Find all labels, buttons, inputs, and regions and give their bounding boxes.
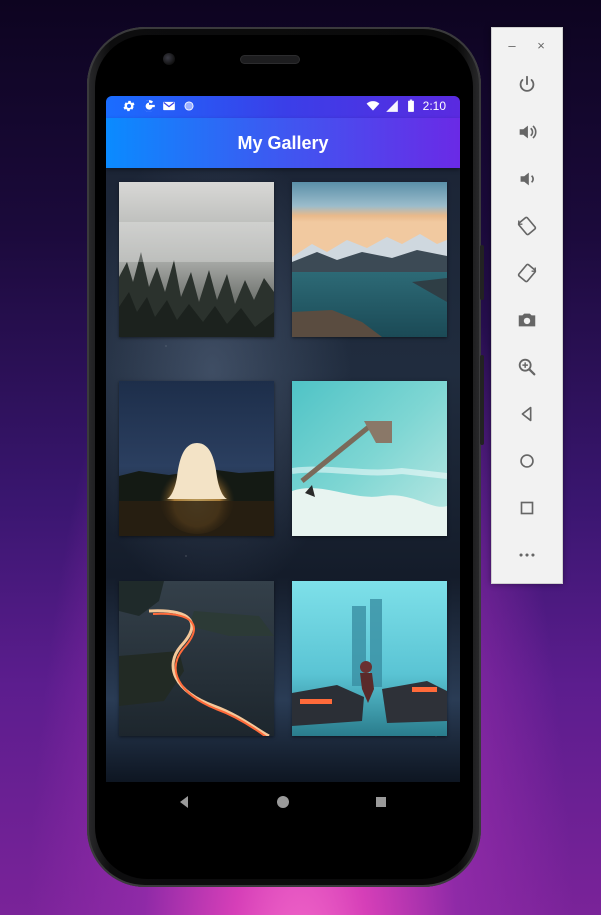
gallery-image-coastal-road-lights[interactable] bbox=[119, 581, 274, 736]
wifi-icon bbox=[366, 101, 380, 111]
foggy-forest-image bbox=[119, 182, 274, 337]
app-screen: 2:10 My Gallery bbox=[106, 96, 460, 782]
app-bar: My Gallery bbox=[106, 118, 460, 168]
gallery-image-foggy-forest[interactable] bbox=[119, 182, 274, 337]
settings-icon bbox=[123, 100, 135, 112]
back-icon[interactable] bbox=[178, 795, 192, 809]
rotate-left-button[interactable] bbox=[514, 213, 540, 239]
overview-square-icon bbox=[520, 501, 534, 515]
google-icon bbox=[143, 100, 155, 112]
zoom-icon bbox=[518, 358, 536, 376]
zoom-button[interactable] bbox=[514, 354, 540, 380]
turquoise-pier-image bbox=[292, 381, 447, 536]
gallery-image-ghost-field[interactable] bbox=[119, 381, 274, 536]
app-title: My Gallery bbox=[237, 132, 329, 153]
phone-side-button-power bbox=[480, 245, 484, 300]
signal-icon bbox=[385, 100, 398, 112]
minimize-button[interactable]: – bbox=[504, 38, 520, 54]
back-button[interactable] bbox=[514, 401, 540, 427]
power-button[interactable] bbox=[514, 72, 540, 98]
battery-icon bbox=[407, 99, 414, 112]
volume-down-icon bbox=[520, 172, 534, 186]
volume-up-icon bbox=[519, 125, 537, 139]
gallery-image-astronaut-city[interactable] bbox=[292, 581, 447, 736]
more-dots-icon bbox=[519, 553, 535, 557]
gallery-image-turquoise-pier[interactable] bbox=[292, 381, 447, 536]
status-time: 2:10 bbox=[422, 99, 446, 113]
close-button[interactable]: × bbox=[533, 38, 549, 54]
assistant-dot-icon bbox=[184, 101, 194, 111]
rotate-left-icon bbox=[517, 216, 537, 236]
rotate-right-icon bbox=[517, 263, 537, 283]
ghost-field-image bbox=[119, 381, 274, 536]
screenshot-button[interactable] bbox=[514, 307, 540, 333]
recents-icon[interactable] bbox=[374, 795, 388, 809]
mountain-lake-image bbox=[292, 182, 447, 337]
status-bar: 2:10 bbox=[106, 96, 460, 118]
phone-side-button-volume bbox=[480, 355, 484, 445]
emulator-toolbar: – × bbox=[491, 27, 563, 584]
earpiece-speaker bbox=[241, 56, 299, 63]
volume-down-button[interactable] bbox=[514, 166, 540, 192]
coastal-road-lights-image bbox=[119, 581, 274, 736]
home-icon[interactable] bbox=[276, 795, 290, 809]
overview-button[interactable] bbox=[514, 495, 540, 521]
more-button[interactable] bbox=[514, 542, 540, 568]
home-button[interactable] bbox=[514, 448, 540, 474]
back-triangle-icon bbox=[521, 406, 532, 422]
rotate-right-button[interactable] bbox=[514, 260, 540, 286]
volume-up-button[interactable] bbox=[514, 119, 540, 145]
gallery-image-mountain-lake[interactable] bbox=[292, 182, 447, 337]
front-camera bbox=[163, 53, 175, 65]
system-navigation-bar bbox=[106, 782, 460, 822]
power-icon bbox=[519, 75, 535, 92]
camera-icon bbox=[518, 313, 536, 327]
home-circle-icon bbox=[520, 454, 534, 468]
astronaut-city-image bbox=[292, 581, 447, 736]
toolbar-title-row: – × bbox=[492, 38, 562, 54]
gmail-icon bbox=[163, 101, 175, 111]
